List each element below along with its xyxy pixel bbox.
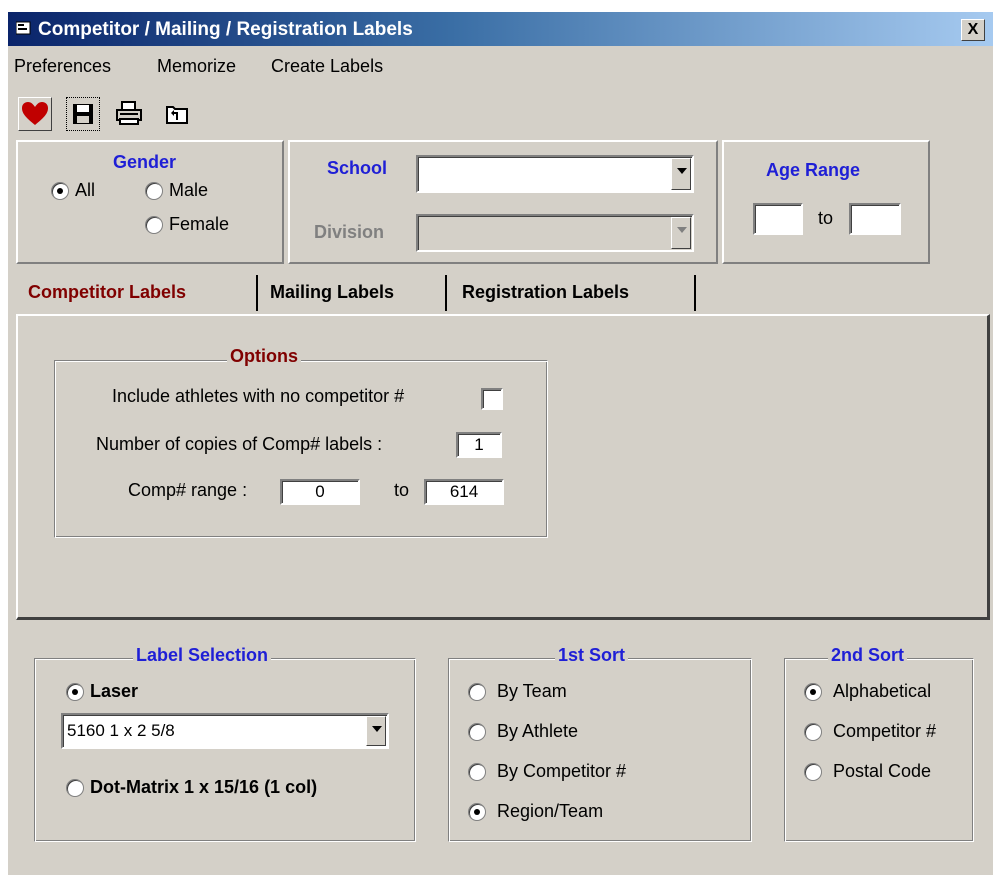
sort2-alphabetical-label: Alphabetical	[833, 681, 932, 701]
sort1-by-competitor-radio[interactable]	[468, 763, 486, 781]
tab-competitor-labels[interactable]: Competitor Labels	[28, 282, 186, 303]
save-icon	[73, 104, 93, 124]
school-select[interactable]	[416, 155, 694, 193]
print-icon	[116, 101, 142, 125]
print-button[interactable]	[112, 97, 146, 131]
gender-all-radio[interactable]	[51, 182, 69, 200]
tab-divider	[256, 275, 258, 311]
gender-panel: Gender All Male Female	[16, 140, 284, 264]
no-comp-label: Include athletes with no competitor #	[112, 386, 405, 406]
sort1-by-athlete-label: By Athlete	[497, 721, 579, 741]
competitor-labels-page: Options Include athletes with no competi…	[16, 314, 990, 620]
sort1-region-team-label: Region/Team	[497, 801, 604, 821]
school-panel: School Division	[288, 140, 718, 264]
laser-label-value: 5160 1 x 2 5/8	[67, 721, 175, 740]
sort2-postal-code-radio[interactable]	[804, 763, 822, 781]
comp-range-to-label: to	[394, 480, 410, 500]
second-sort-title: 2nd Sort	[828, 645, 908, 666]
tab-divider	[445, 275, 447, 311]
save-button[interactable]	[66, 97, 100, 131]
first-sort-title: 1st Sort	[555, 645, 629, 666]
tab-mailing-labels[interactable]: Mailing Labels	[270, 282, 394, 303]
comp-range-to-input[interactable]: 614	[424, 479, 504, 505]
window-title: Competitor / Mailing / Registration Labe…	[38, 19, 413, 40]
menu-create-labels[interactable]: Create Labels	[271, 56, 383, 77]
sort1-by-team-radio[interactable]	[468, 683, 486, 701]
folder-up-icon	[166, 106, 188, 124]
age-to-input[interactable]	[849, 203, 901, 235]
laser-radio[interactable]	[66, 683, 84, 701]
age-to-label: to	[818, 208, 834, 228]
comp-range-from-input[interactable]: 0	[280, 479, 360, 505]
menu-memorize[interactable]: Memorize	[157, 56, 236, 77]
gender-female-radio[interactable]	[145, 216, 163, 234]
folder-up-button[interactable]	[160, 97, 194, 131]
comp-range-label: Comp# range :	[128, 480, 248, 500]
sort2-competitor-radio[interactable]	[804, 723, 822, 741]
sort2-competitor-label: Competitor #	[833, 721, 937, 741]
tab-divider	[694, 275, 696, 311]
age-range-panel: Age Range to	[722, 140, 930, 264]
sort2-postal-code-label: Postal Code	[833, 761, 932, 781]
options-title: Options	[227, 346, 301, 367]
dot-matrix-radio[interactable]	[66, 779, 84, 797]
menu-preferences[interactable]: Preferences	[14, 56, 111, 77]
division-dropdown-arrow-icon[interactable]	[671, 217, 691, 249]
copies-input[interactable]: 1	[456, 432, 502, 458]
sort1-by-competitor-label: By Competitor #	[497, 761, 627, 781]
memorize-heart-button[interactable]	[18, 97, 52, 131]
division-label: Division	[314, 222, 385, 242]
age-range-title: Age Range	[766, 160, 861, 180]
gender-female-label: Female	[169, 214, 230, 234]
dot-matrix-label: Dot-Matrix 1 x 15/16 (1 col)	[90, 777, 318, 797]
sort1-by-athlete-radio[interactable]	[468, 723, 486, 741]
heart-icon	[22, 102, 48, 125]
laser-dropdown-arrow-icon[interactable]	[366, 716, 386, 746]
include-no-comp-checkbox[interactable]	[481, 388, 503, 410]
close-button[interactable]: X	[961, 19, 985, 41]
label-selection-title: Label Selection	[133, 645, 272, 666]
gender-all-label: All	[75, 180, 96, 200]
school-label: School	[327, 158, 388, 178]
division-select[interactable]	[416, 214, 694, 252]
sort1-by-team-label: By Team	[497, 681, 567, 701]
age-from-input[interactable]	[753, 203, 803, 235]
app-icon	[16, 21, 31, 35]
laser-label: Laser	[90, 681, 139, 701]
copies-label: Number of copies of Comp# labels :	[96, 434, 383, 454]
sort1-region-team-radio[interactable]	[468, 803, 486, 821]
sort2-alphabetical-radio[interactable]	[804, 683, 822, 701]
gender-male-radio[interactable]	[145, 182, 163, 200]
title-bar[interactable]: Competitor / Mailing / Registration Labe…	[8, 12, 993, 46]
gender-male-label: Male	[169, 180, 209, 200]
tab-registration-labels[interactable]: Registration Labels	[462, 282, 629, 303]
school-dropdown-arrow-icon[interactable]	[671, 158, 691, 190]
laser-label-select[interactable]: 5160 1 x 2 5/8	[61, 713, 389, 749]
gender-title: Gender	[113, 152, 177, 172]
labels-window: Competitor / Mailing / Registration Labe…	[8, 12, 993, 875]
